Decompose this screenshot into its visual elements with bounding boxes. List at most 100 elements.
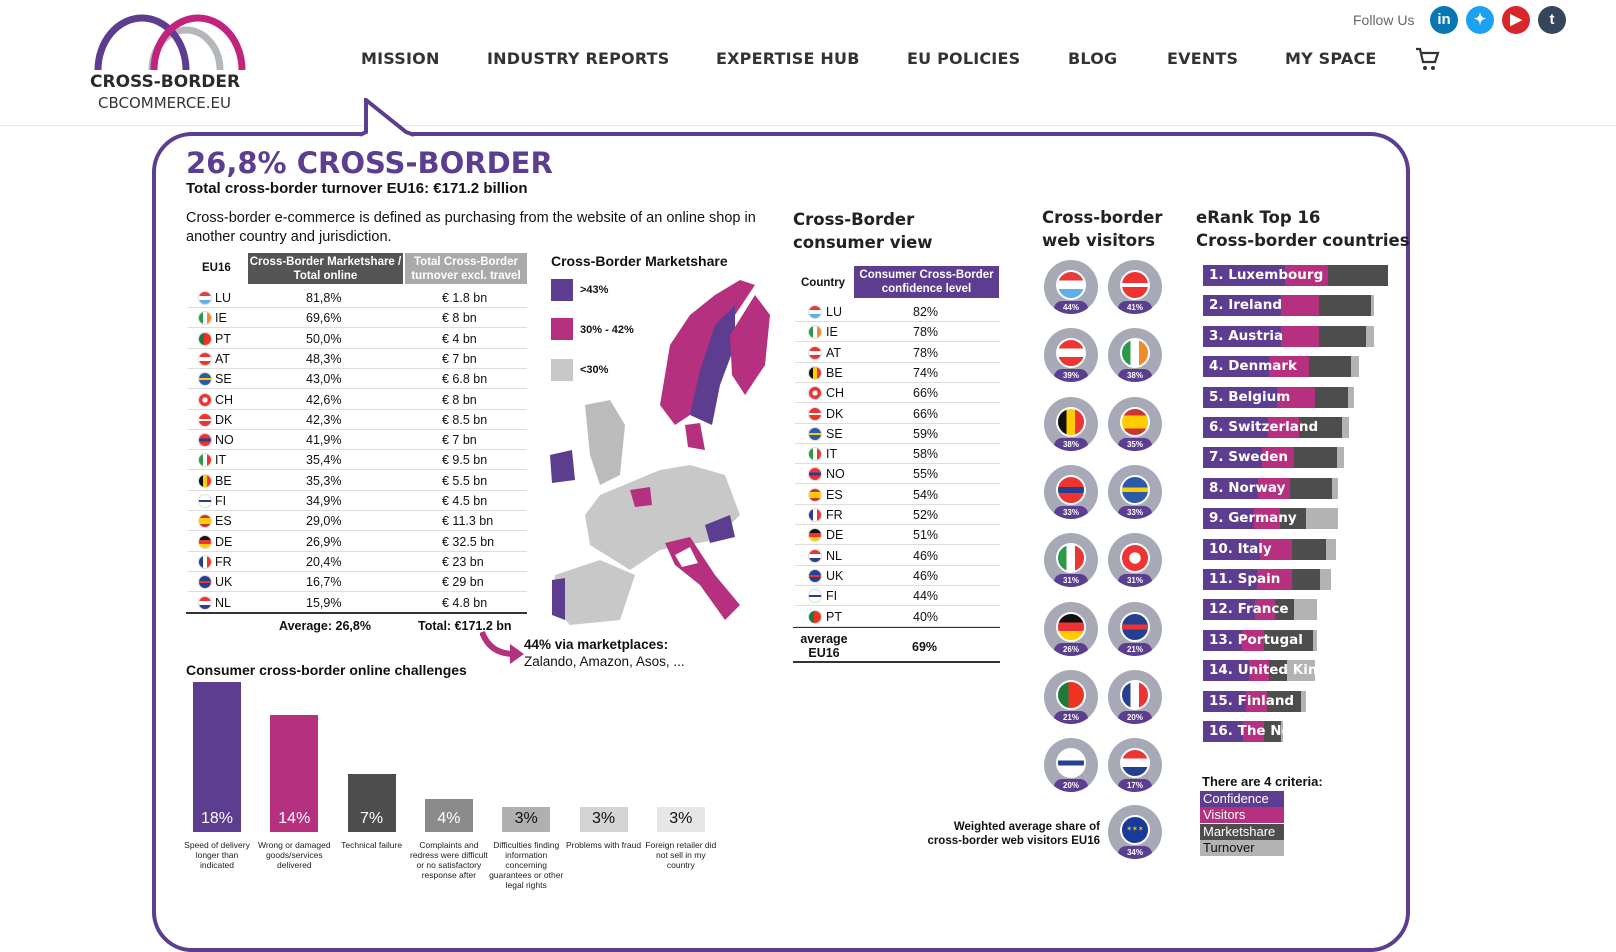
- challenges-title: Consumer cross-border online challenges: [186, 662, 467, 678]
- visitor-share: 39%: [1054, 369, 1088, 383]
- erank-segment-turnover: [1348, 386, 1355, 408]
- visitor-badge: 20%: [1044, 738, 1098, 793]
- turnover-value: € 23 bn: [442, 554, 484, 569]
- bar-value-label: 3%: [591, 809, 616, 827]
- confidence-value: 52%: [913, 508, 939, 522]
- table-row: SE 43,0% € 6.8 bn: [188, 369, 527, 390]
- logo-domain[interactable]: CBCOMMERCE.EU: [98, 94, 231, 112]
- visitor-share: 20%: [1118, 710, 1152, 724]
- confidence-value: 66%: [913, 386, 939, 401]
- bar-category-label: Speed of delivery longer than indicated: [184, 840, 250, 870]
- table-col-eu16: EU16: [202, 262, 231, 274]
- country-code: IT: [826, 447, 838, 462]
- at-flag-icon: [808, 345, 822, 360]
- consumer-col-confidence: Consumer Cross-Border confidence level: [854, 266, 999, 298]
- country-code: DE: [215, 534, 233, 549]
- erank-segment-turnover: [1366, 325, 1374, 347]
- nav-eu-policies[interactable]: EU POLICIES: [907, 49, 1020, 68]
- nav-mission[interactable]: MISSION: [361, 49, 440, 68]
- nav-my-space[interactable]: MY SPACE: [1285, 49, 1377, 68]
- erank-title-2: Cross-border countries: [1196, 231, 1410, 250]
- visitor-share: 35%: [1118, 437, 1152, 451]
- ch-flag-icon: [198, 392, 212, 407]
- erank-segment-turnover: [1331, 477, 1339, 499]
- country-code: AT: [215, 351, 231, 366]
- visitor-badge: 20%: [1108, 669, 1162, 724]
- bar-category-label: Difficulties finding information concern…: [489, 840, 564, 890]
- cart-icon[interactable]: [1414, 46, 1440, 72]
- visitor-badge: 31%: [1044, 533, 1098, 588]
- confidence-value: 51%: [913, 528, 939, 543]
- country-code: FR: [826, 508, 843, 522]
- erank-segment-turnover: [1350, 356, 1360, 378]
- de-flag-icon: [198, 534, 212, 549]
- erank-segment-turnover: [1336, 447, 1344, 469]
- challenge-bar: 4%: [424, 798, 473, 832]
- erank-segment-marketshare: [1328, 265, 1388, 286]
- be-flag-icon: [808, 365, 822, 380]
- bar-category-label: Technical failure: [341, 840, 403, 850]
- country-code: IE: [826, 325, 838, 340]
- turnover-value: € 5.5 bn: [442, 473, 488, 488]
- erank-label: 14. United Kingdom: [1209, 662, 1361, 679]
- ie-flag-icon: [808, 325, 822, 340]
- fi-flag-icon: [198, 494, 212, 508]
- erank-segment-turnover: [1294, 599, 1317, 621]
- visitor-badge: 44%: [1044, 260, 1098, 314]
- criteria-visitors: Visitors: [1200, 807, 1284, 823]
- confidence-value: 46%: [913, 568, 939, 583]
- confidence-value: 55%: [913, 467, 939, 482]
- logo-arcs-icon[interactable]: [92, 8, 248, 72]
- ch-flag-icon: [808, 386, 822, 401]
- lu-flag-icon: [198, 291, 212, 305]
- visitor-share: 38%: [1054, 437, 1088, 451]
- erank-label: 7. Sweden: [1209, 449, 1289, 466]
- country-code: NL: [215, 595, 231, 610]
- turnover-value: € 4.8 bn: [442, 595, 488, 610]
- visitor-badge: 39%: [1044, 328, 1098, 383]
- pt-flag-icon: [808, 609, 822, 624]
- marketshare-value: 26,9%: [306, 534, 342, 549]
- country-code: PT: [826, 609, 842, 624]
- confidence-value: 66%: [913, 406, 939, 421]
- nav-expertise-hub[interactable]: EXPERTISE HUB: [716, 49, 860, 68]
- bar-value-label: 3%: [514, 809, 538, 827]
- erank-segment-marketshare: [1318, 325, 1367, 347]
- country-code: SE: [215, 372, 232, 387]
- nav-blog[interactable]: BLOG: [1068, 49, 1117, 68]
- table-row: FI 34,9% € 4.5 bn: [188, 491, 527, 511]
- erank-label: 12. France: [1209, 601, 1289, 618]
- site-header: CROSS-BORDER CBCOMMERCE.EU MISSION INDUST…: [0, 0, 1616, 126]
- erank-title-1: eRank Top 16: [1196, 208, 1321, 227]
- logo-text[interactable]: CROSS-BORDER: [90, 72, 240, 92]
- confidence-value: 54%: [913, 487, 939, 502]
- bar-value-label: 18%: [200, 809, 234, 827]
- confidence-value: 82%: [913, 305, 939, 319]
- bar-value-label: 7%: [360, 809, 384, 827]
- youtube-icon[interactable]: ▶: [1502, 6, 1530, 34]
- erank-label: 3. Austria: [1209, 327, 1284, 344]
- erank-label: 2. Ireland: [1209, 297, 1283, 314]
- nav-events[interactable]: EVENTS: [1167, 49, 1238, 68]
- country-code: LU: [215, 291, 231, 305]
- turnover-value: € 7 bn: [442, 433, 477, 448]
- country-code: PT: [215, 331, 231, 346]
- fr-flag-icon: [198, 554, 212, 569]
- visitor-badge: 33%: [1108, 464, 1162, 519]
- twitter-icon[interactable]: ✦: [1466, 6, 1494, 34]
- country-code: IT: [215, 453, 227, 468]
- country-code: SE: [826, 426, 843, 441]
- table-row: ES 29,0% € 11.3 bn: [188, 511, 527, 532]
- tumblr-icon[interactable]: t: [1538, 6, 1566, 34]
- linkedin-icon[interactable]: in: [1430, 6, 1458, 34]
- table-row: SE 59%: [795, 424, 1000, 444]
- uk-flag-icon: [808, 568, 822, 583]
- nav-industry-reports[interactable]: INDUSTRY REPORTS: [487, 49, 669, 68]
- se-flag-icon: [808, 426, 822, 441]
- consumer-title-1: Cross-Border: [793, 210, 915, 229]
- marketshare-value: 29,0%: [306, 514, 342, 529]
- es-flag-icon: [198, 514, 212, 529]
- turnover-value: € 11.3 bn: [442, 514, 494, 529]
- lu-flag-icon: [808, 305, 822, 319]
- challenge-bar: 3%: [656, 807, 705, 832]
